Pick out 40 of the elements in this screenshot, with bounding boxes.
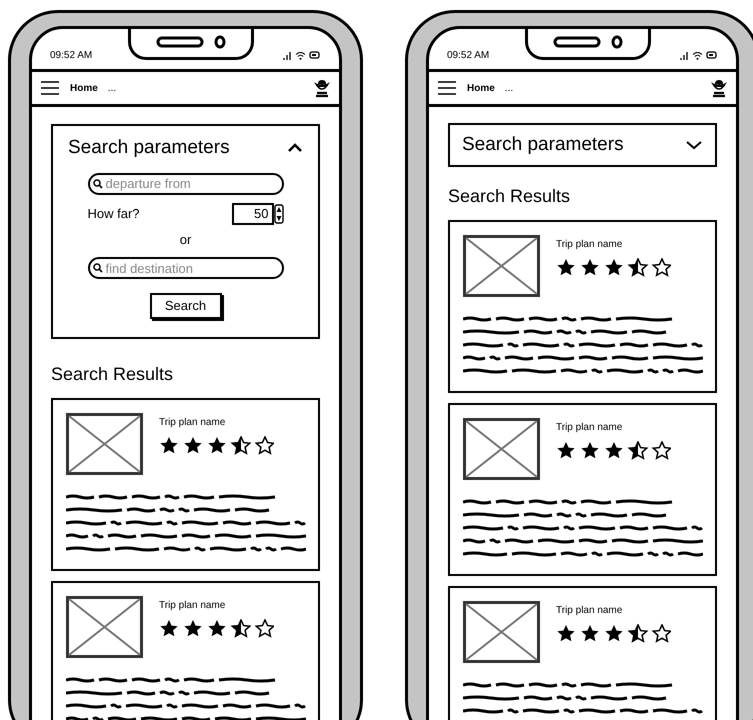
section-title: Search Results [448, 185, 572, 208]
or-label: or [178, 230, 192, 248]
distance-field[interactable]: 50 [232, 202, 274, 224]
battery-icon [309, 51, 321, 59]
wifi-icon [295, 50, 306, 60]
trip-name: Trip plan name [556, 604, 624, 618]
trip-name: Trip plan name [159, 416, 226, 430]
speaker-icon [156, 36, 204, 48]
trip-name: Trip plan name [159, 599, 226, 613]
menu-icon[interactable] [437, 80, 457, 96]
trip-name: Trip plan name [556, 421, 624, 435]
wifi-icon [692, 50, 703, 60]
search-icon [92, 178, 102, 188]
status-time: 09:52 AM [50, 48, 92, 62]
search-icon [92, 263, 102, 273]
status-time: 09:52 AM [447, 48, 490, 62]
nav-ellipsis: ... [504, 82, 514, 96]
nav-ellipsis: ... [108, 82, 116, 96]
battery-icon [706, 51, 718, 59]
panel-title: Search parameters [462, 132, 624, 157]
nav-title: Home [467, 82, 495, 96]
camera-icon [611, 34, 623, 48]
search-button[interactable]: Search [150, 293, 222, 319]
collapse-chevron-icon[interactable] [287, 143, 303, 154]
nav-title: Home [70, 82, 98, 96]
stepper-icon[interactable] [274, 204, 284, 224]
search-field[interactable]: departure from [88, 172, 284, 194]
signal-icon [680, 50, 689, 60]
expand-chevron-icon[interactable] [685, 140, 703, 150]
speaker-icon [553, 36, 601, 48]
camera-icon [214, 34, 226, 48]
signal-icon [283, 50, 292, 60]
trip-name: Trip plan name [556, 238, 624, 252]
menu-icon[interactable] [40, 80, 60, 96]
distance-label: How far? [88, 204, 140, 223]
search-field[interactable]: find destination [88, 257, 284, 279]
section-title: Search Results [51, 363, 174, 386]
user-icon[interactable] [710, 78, 728, 98]
panel-title: Search parameters [68, 136, 230, 160]
user-icon[interactable] [313, 78, 331, 98]
